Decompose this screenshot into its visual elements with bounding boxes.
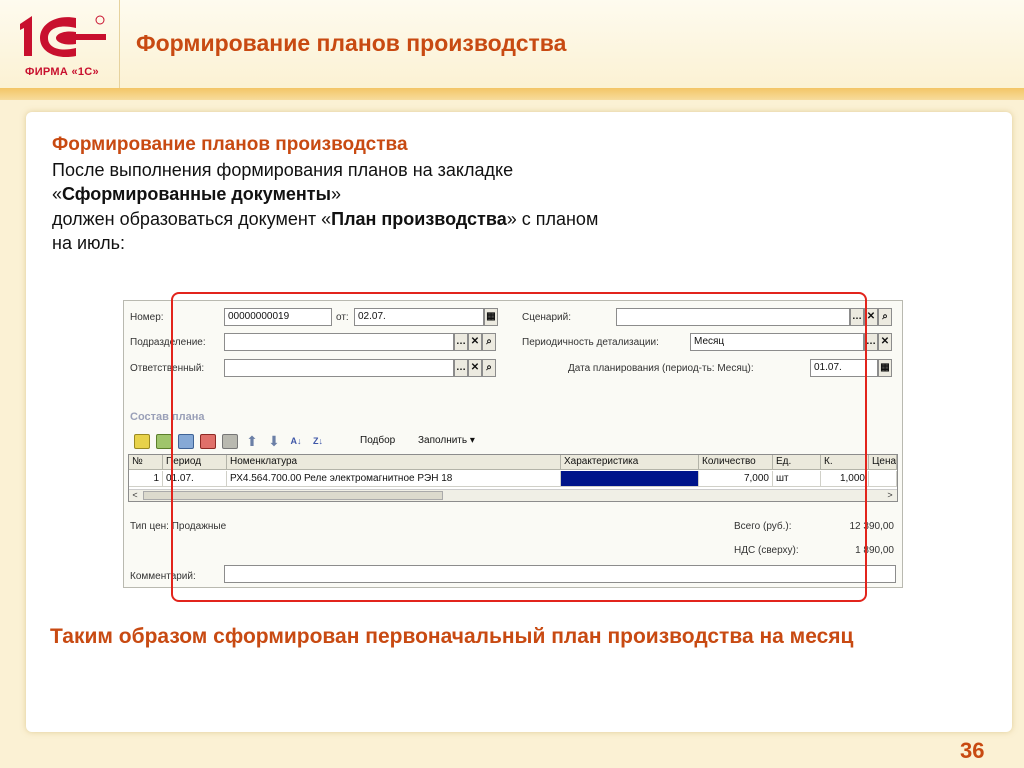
col-header-num[interactable]: № xyxy=(129,455,163,470)
logo-1c-icon xyxy=(20,15,106,58)
copy-row-icon[interactable] xyxy=(156,434,172,449)
table-row-price[interactable] xyxy=(869,471,897,487)
conclusion-text: Таким образом сформирован первоначальный… xyxy=(50,625,854,648)
intro-line-3-prefix: должен образоваться документ « xyxy=(52,208,332,229)
intro-line-1: После выполнения формирования планов на … xyxy=(52,159,514,180)
table-row-num[interactable]: 1 xyxy=(129,471,163,487)
header-divider xyxy=(0,88,1024,100)
intro-heading: Формирование планов производства xyxy=(52,134,408,155)
scroll-right-icon[interactable]: > xyxy=(884,490,896,501)
add-row-icon[interactable] xyxy=(134,434,150,449)
plan-calendar-icon[interactable]: ▦ xyxy=(878,359,892,377)
logo-caption: ФИРМА «1С» xyxy=(25,66,99,78)
tab-name: Сформированные документы xyxy=(62,184,331,204)
scenario-search-icon[interactable]: ⌕ xyxy=(878,308,892,326)
company-logo: ФИРМА «1С» xyxy=(0,0,120,88)
intro-text: Формирование планов производства После в… xyxy=(52,133,772,256)
page-number: 36 xyxy=(960,738,985,763)
col-header-price[interactable]: Цена xyxy=(869,455,897,470)
slide-header: ФИРМА «1С» Формирование планов производс… xyxy=(0,0,1024,92)
intro-line-3-suffix: » с планом xyxy=(506,208,599,229)
intro-line-4: на июль: xyxy=(52,233,125,253)
number-label: Номер: xyxy=(130,312,164,323)
scroll-left-icon[interactable]: < xyxy=(129,490,141,501)
highlight-frame xyxy=(171,292,867,602)
quote-close: » xyxy=(330,184,341,204)
page-title: Формирование планов производства xyxy=(136,30,567,56)
periodicity-clear-icon[interactable]: ✕ xyxy=(878,333,892,351)
document-name: План производства xyxy=(331,208,507,229)
quote-open: « xyxy=(52,184,63,204)
